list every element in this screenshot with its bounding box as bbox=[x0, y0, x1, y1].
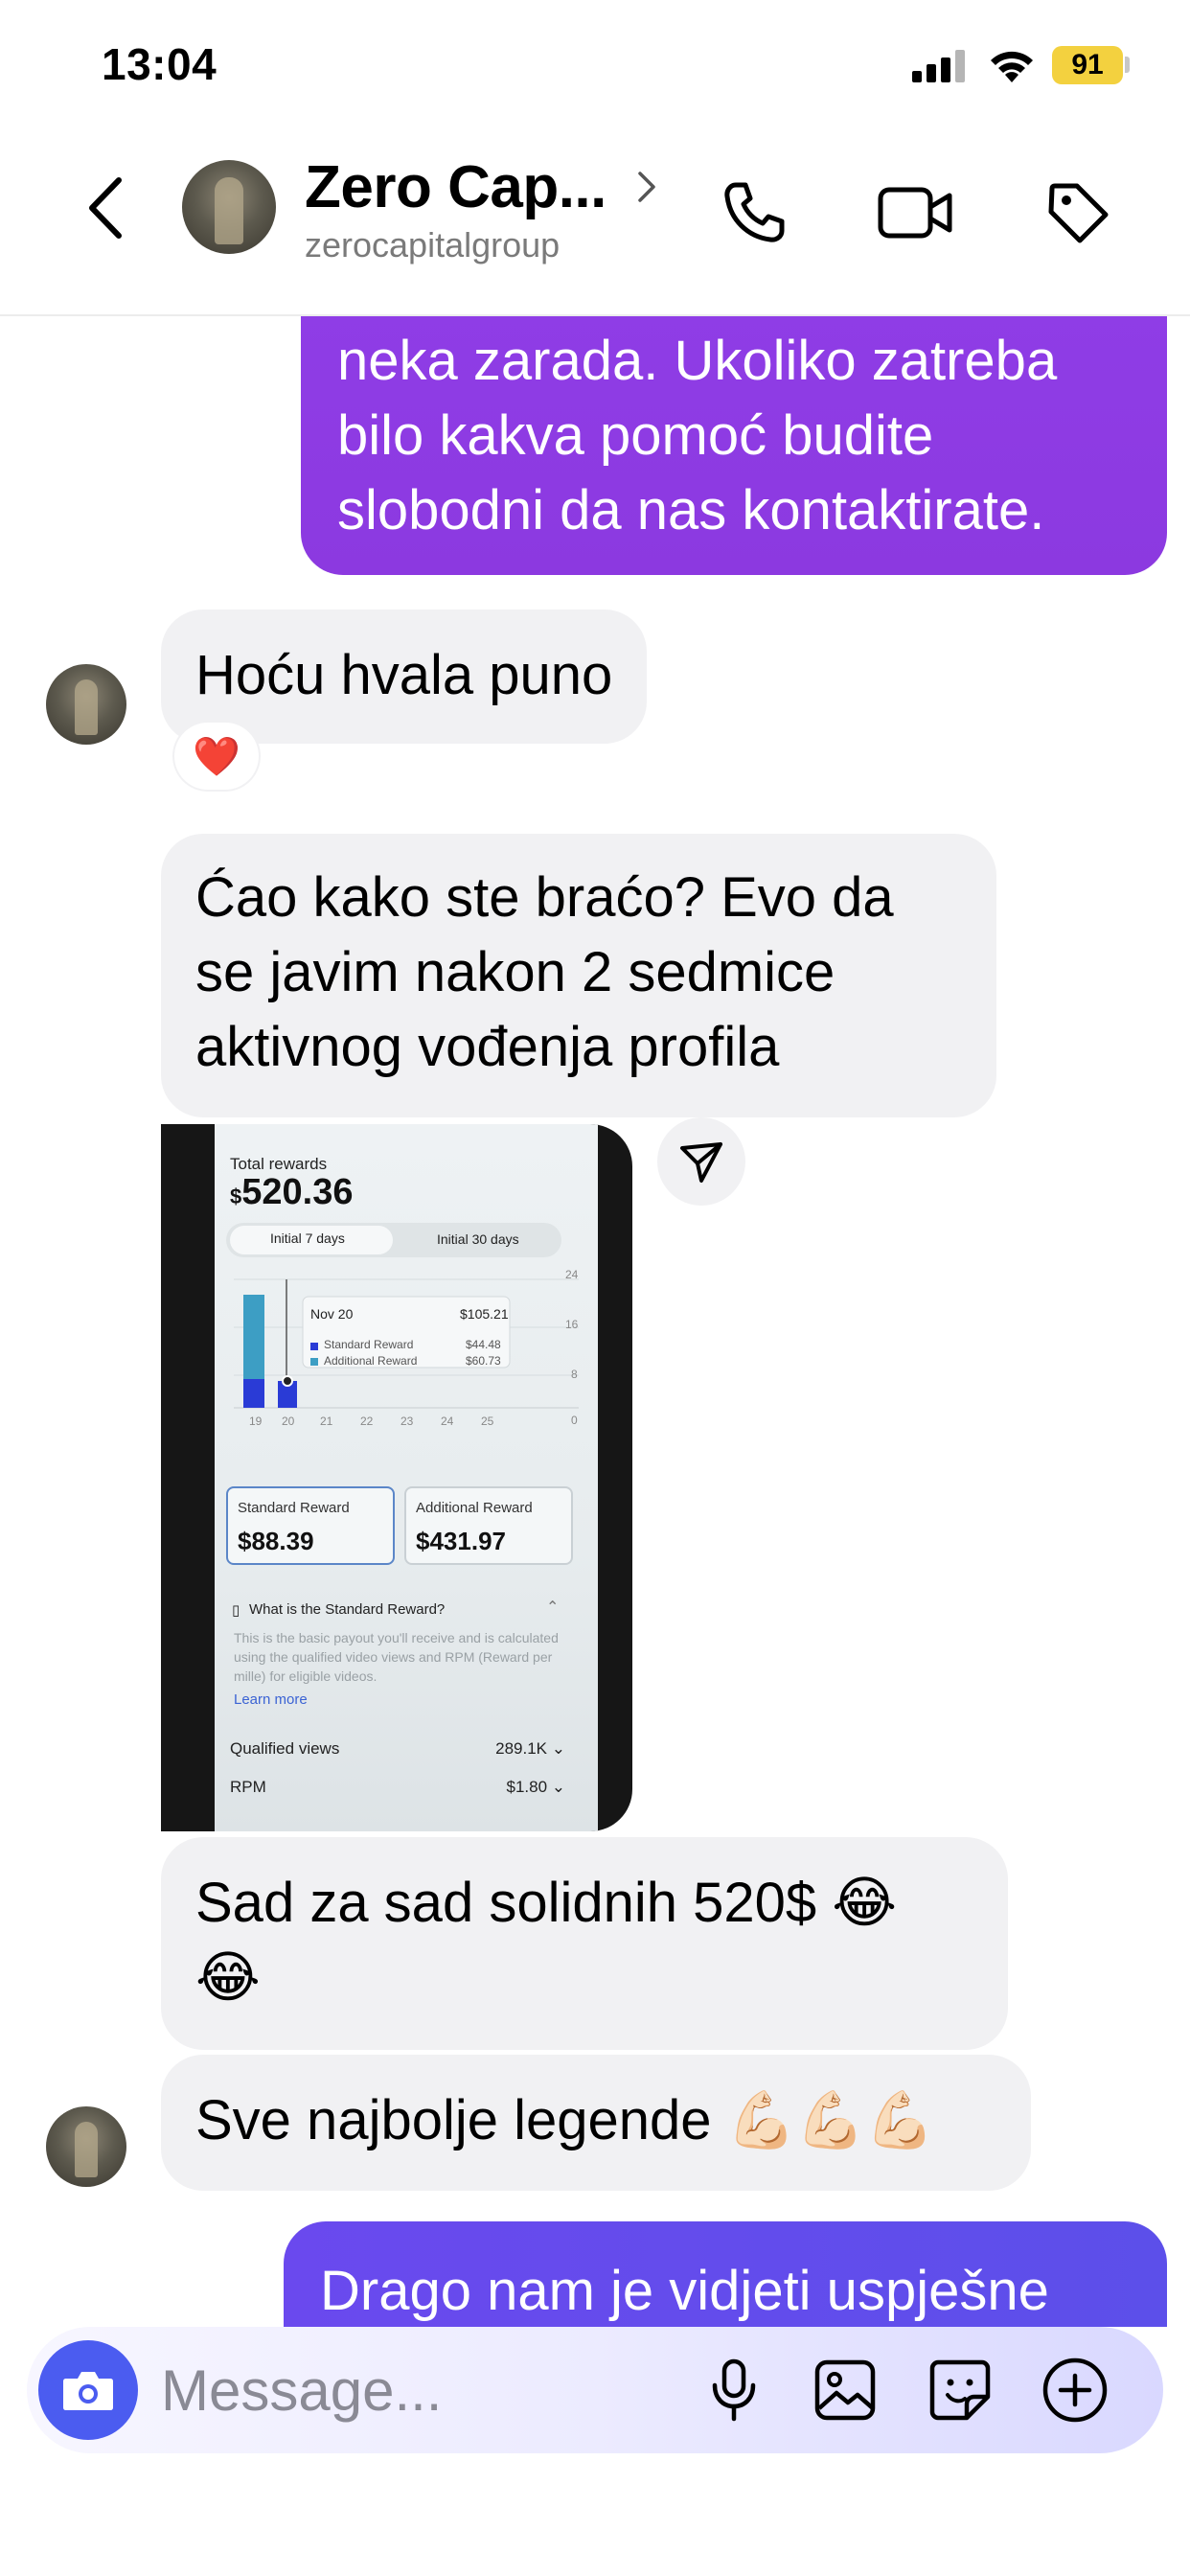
message-text: Drago nam je vidjeti uspješne bbox=[320, 2260, 1049, 2322]
gallery-icon bbox=[814, 2359, 876, 2421]
y-tick: 16 bbox=[565, 1318, 579, 1331]
heart-icon: ❤️ bbox=[193, 735, 240, 778]
cellular-signal-icon bbox=[912, 50, 965, 82]
sender-avatar[interactable] bbox=[46, 2106, 126, 2187]
battery-indicator: 91 bbox=[1052, 46, 1123, 84]
send-icon bbox=[680, 1142, 722, 1183]
video-icon bbox=[878, 187, 952, 239]
sticker-button[interactable] bbox=[922, 2352, 998, 2428]
faq-body: This is the basic payout you'll receive … bbox=[234, 1630, 559, 1684]
contact-name[interactable]: Zero Cap... bbox=[305, 153, 606, 221]
sender-avatar[interactable] bbox=[46, 664, 126, 745]
qualified-views-label: Qualified views bbox=[230, 1739, 340, 1758]
incoming-message[interactable]: Sve najbolje legende 💪🏻💪🏻💪🏻 bbox=[161, 2055, 1031, 2191]
x-tick: 22 bbox=[360, 1414, 374, 1428]
voice-message-button[interactable] bbox=[696, 2352, 772, 2428]
qualified-views-row: Qualified views 289.1K ⌄ bbox=[230, 1739, 565, 1759]
y-tick: 0 bbox=[571, 1414, 578, 1427]
tooltip-standard-value: $44.48 bbox=[466, 1338, 501, 1351]
tooltip-additional-label: Additional Reward bbox=[324, 1354, 418, 1368]
battery-tip bbox=[1125, 57, 1130, 73]
chevron-right-icon[interactable] bbox=[632, 168, 661, 206]
message-line: aktivnog vođenja profila bbox=[195, 1016, 780, 1078]
microphone-icon bbox=[712, 2358, 756, 2422]
x-tick: 25 bbox=[481, 1414, 494, 1428]
chevron-left-icon bbox=[89, 177, 122, 239]
outgoing-message[interactable]: Drago nam je vidjeti uspješne bbox=[284, 2221, 1167, 2327]
gallery-button[interactable] bbox=[807, 2352, 883, 2428]
y-tick: 24 bbox=[565, 1268, 579, 1281]
message-composer bbox=[27, 2327, 1163, 2453]
contact-handle: zerocapitalgroup bbox=[305, 225, 561, 264]
period-tabs: Initial 7 days Initial 30 days bbox=[226, 1223, 561, 1257]
card-value: $88.39 bbox=[238, 1527, 314, 1555]
tag-button[interactable] bbox=[1035, 170, 1121, 256]
status-bar: 13:04 91 bbox=[0, 0, 1190, 129]
wifi-icon bbox=[991, 51, 1033, 82]
share-button[interactable] bbox=[657, 1117, 745, 1206]
tag-icon bbox=[1048, 183, 1109, 243]
qualified-views-value: 289.1K ⌄ bbox=[495, 1739, 565, 1758]
chevron-up-icon: ⌃ bbox=[546, 1599, 560, 1616]
message-line: slobodni da nas kontaktirate. bbox=[337, 479, 1045, 541]
message-input[interactable] bbox=[161, 2356, 698, 2425]
additional-reward-card: Additional Reward $431.97 bbox=[404, 1486, 573, 1565]
bar-additional-19 bbox=[243, 1295, 264, 1379]
message-line: se javim nakon 2 sedmice bbox=[195, 941, 835, 1003]
x-tick: 23 bbox=[400, 1414, 414, 1428]
x-tick: 21 bbox=[320, 1414, 333, 1428]
camera-icon bbox=[63, 2372, 113, 2410]
card-label: Standard Reward bbox=[238, 1500, 350, 1516]
outgoing-message[interactable]: neka zarada. Ukoliko zatreba bilo kakva … bbox=[301, 316, 1167, 575]
camera-button[interactable] bbox=[38, 2340, 138, 2440]
rpm-row: RPM $1.80 ⌄ bbox=[230, 1778, 565, 1797]
x-tick: 24 bbox=[441, 1414, 454, 1428]
message-line: bilo kakva pomoć budite bbox=[337, 404, 934, 467]
tooltip-date: Nov 20 bbox=[310, 1306, 354, 1322]
total-rewards-value: $520.36 bbox=[230, 1172, 354, 1212]
phone-icon bbox=[724, 182, 785, 242]
rewards-screen: Total rewards $520.36 Initial 7 days Ini… bbox=[215, 1124, 598, 1831]
message-line: Sad za sad solidnih 520$ 😂 bbox=[195, 1872, 898, 1934]
more-options-button[interactable] bbox=[1037, 2352, 1113, 2428]
tab-initial-30-days: Initial 30 days bbox=[437, 1231, 519, 1247]
message-line: Ćao kako ste braćo? Evo da bbox=[195, 866, 894, 929]
y-tick: 8 bbox=[571, 1368, 578, 1381]
tooltip-standard-label: Standard Reward bbox=[324, 1338, 414, 1351]
chat-header: Zero Cap... zerocapitalgroup bbox=[0, 129, 1190, 316]
incoming-message[interactable]: Sad za sad solidnih 520$ 😂 😂 bbox=[161, 1837, 1008, 2050]
rpm-label: RPM bbox=[230, 1778, 266, 1796]
sticker-icon bbox=[929, 2359, 991, 2421]
back-button[interactable] bbox=[77, 170, 134, 246]
bar-standard-19 bbox=[243, 1379, 264, 1408]
rpm-value: $1.80 ⌄ bbox=[506, 1778, 565, 1796]
x-tick: 19 bbox=[249, 1414, 263, 1428]
message-text: Hoću hvala puno bbox=[195, 644, 613, 706]
tooltip-additional-value: $60.73 bbox=[466, 1354, 501, 1368]
plus-circle-icon bbox=[1042, 2358, 1108, 2423]
heart-reaction[interactable]: ❤️ bbox=[174, 723, 259, 790]
voice-call-button[interactable] bbox=[711, 170, 797, 256]
card-value: $431.97 bbox=[416, 1527, 506, 1555]
info-icon: ▯ bbox=[232, 1602, 240, 1619]
message-line: neka zarada. Ukoliko zatreba bbox=[337, 330, 1058, 392]
faq-title: What is the Standard Reward? bbox=[249, 1601, 446, 1618]
learn-more-link: Learn more bbox=[234, 1691, 308, 1708]
message-list[interactable]: neka zarada. Ukoliko zatreba bilo kakva … bbox=[0, 316, 1190, 2327]
shared-screenshot[interactable]: Total rewards $520.36 Initial 7 days Ini… bbox=[161, 1124, 632, 1831]
total-rewards-label: Total rewards bbox=[230, 1155, 328, 1173]
message-text: Sve najbolje legende 💪🏻💪🏻💪🏻 bbox=[195, 2089, 935, 2151]
contact-avatar[interactable] bbox=[182, 160, 276, 254]
incoming-message[interactable]: Ćao kako ste braćo? Evo da se javim nako… bbox=[161, 834, 996, 1117]
tooltip-total: $105.21 bbox=[460, 1306, 509, 1322]
tab-initial-7-days: Initial 7 days bbox=[270, 1230, 345, 1246]
standard-reward-card: Standard Reward $88.39 bbox=[226, 1486, 395, 1565]
status-time: 13:04 bbox=[102, 39, 217, 89]
card-label: Additional Reward bbox=[416, 1500, 533, 1516]
video-call-button[interactable] bbox=[872, 170, 958, 256]
message-line: 😂 bbox=[195, 1946, 261, 2009]
x-tick: 20 bbox=[282, 1414, 295, 1428]
